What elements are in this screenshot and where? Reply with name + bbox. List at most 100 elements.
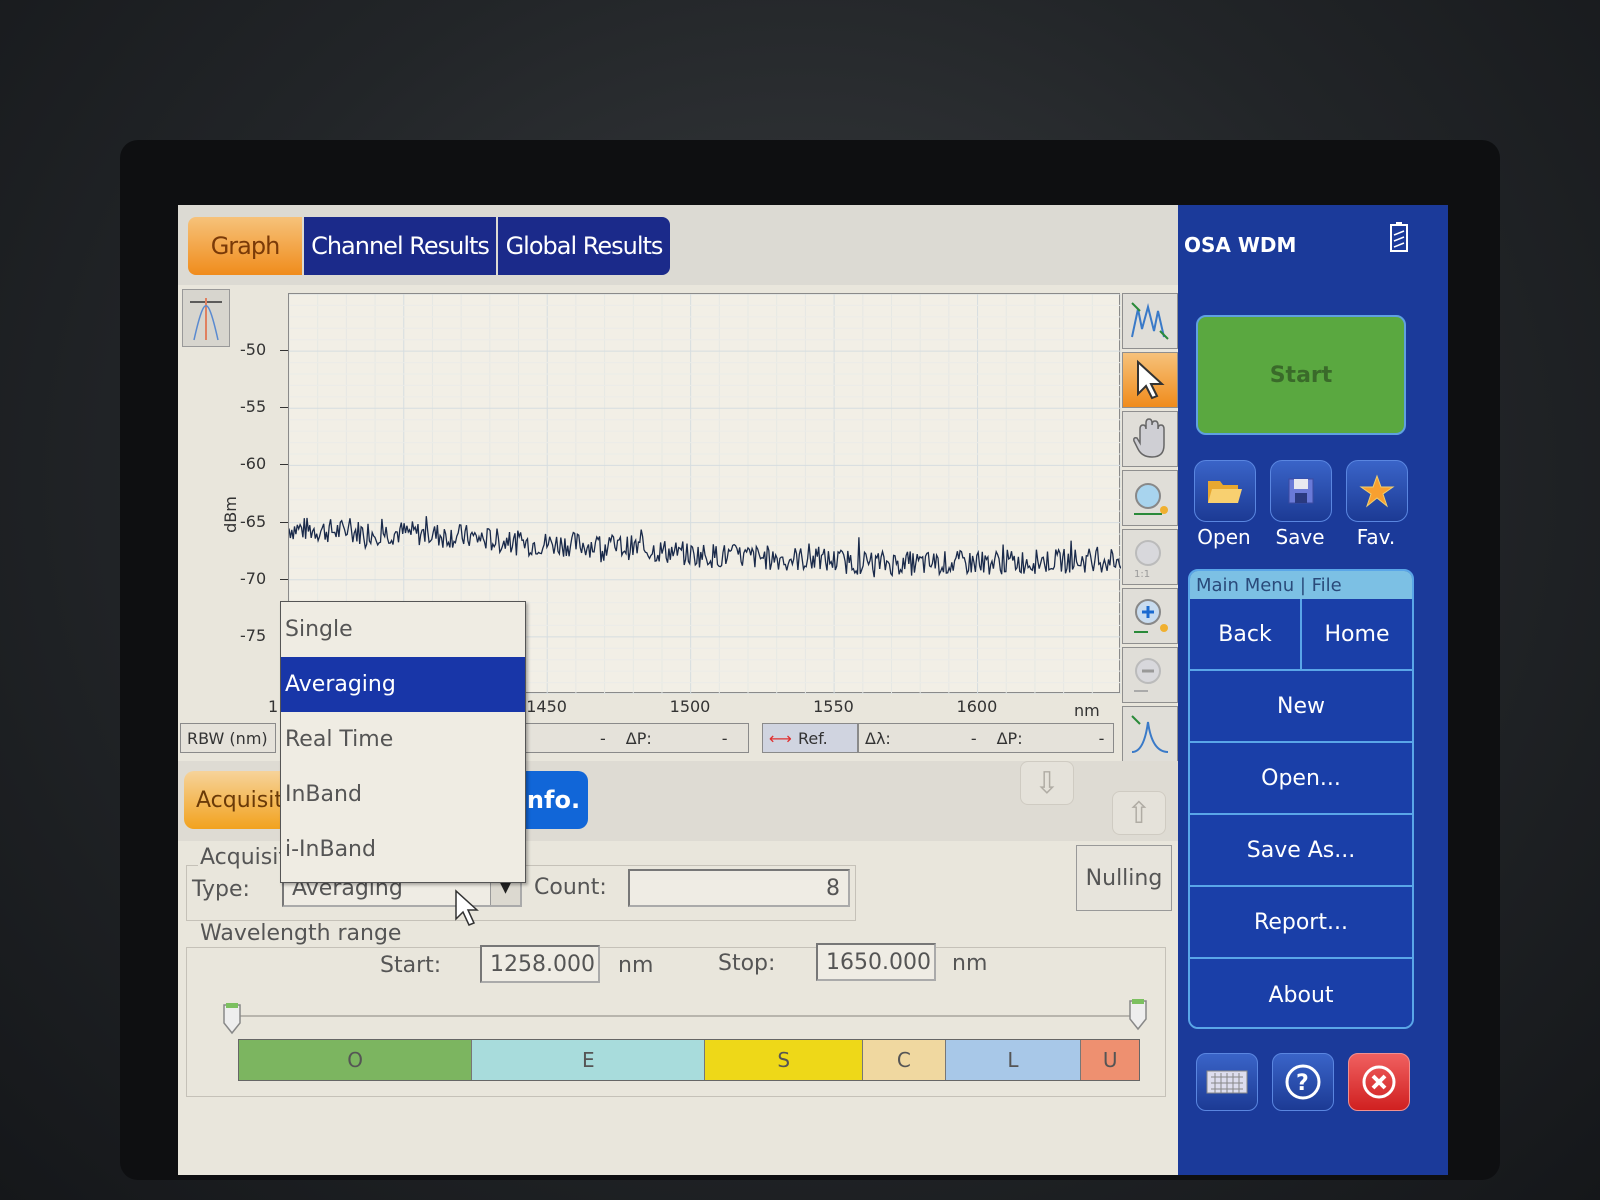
menu-item-new[interactable]: New [1190,671,1412,743]
tab-bar: Graph Channel Results Global Results [178,205,1178,285]
dropdown-option-inband[interactable]: InBand [281,767,525,822]
band-u[interactable]: U [1081,1040,1139,1080]
y-tick-label: -65 [240,511,267,531]
band-o[interactable]: O [239,1040,473,1080]
stop-unit: nm [952,951,988,976]
start-button[interactable]: Start [1196,315,1406,435]
zoom-out-icon [1134,658,1161,692]
double-arrow-icon: ⟷ [769,728,792,748]
floppy-disk-icon [1288,478,1314,504]
exit-button[interactable] [1348,1053,1410,1111]
dropdown-option-real-time[interactable]: Real Time [281,712,525,767]
zoom-region-icon [1134,483,1168,515]
y-tick-mark [280,521,288,523]
marker-a-dash-2: - [721,728,728,748]
y-tick-label: -75 [240,625,267,645]
marker-a-dash: - [600,728,606,748]
band-l[interactable]: L [945,1040,1082,1080]
x-tick-label: 1600 [956,697,998,716]
ref-button[interactable]: ⟷ Ref. [762,723,858,753]
band-e[interactable]: E [472,1040,706,1080]
ref-label: Ref. [797,728,828,748]
y-tick-label: -50 [240,340,267,360]
stop-label: Stop: [718,951,776,976]
dropdown-option-i-inband[interactable]: i-InBand [281,822,525,877]
pointer-tool-button[interactable] [1122,352,1178,408]
arrow-down-icon: ⇩ [1034,765,1060,801]
acquisition-type-dropdown[interactable]: Single Averaging Real Time InBand i-InBa… [280,601,526,883]
zoom-reset-button[interactable]: 1:1 [1122,529,1178,585]
band-c[interactable]: C [863,1040,946,1080]
quick-favorites-button[interactable] [1346,460,1408,522]
y-tick-mark [280,578,288,580]
keyboard-button[interactable] [1196,1053,1258,1111]
tab-global-results[interactable]: Global Results [498,217,670,275]
count-input[interactable]: 8 [628,869,850,907]
marker-tool-button[interactable] [182,289,230,347]
acquisition-group-label: Acquisit [198,845,289,870]
mouse-cursor-icon [455,889,479,926]
y-tick-label: -60 [240,454,267,474]
delta-lambda-label: Δλ: [865,728,891,748]
peak-fit-icon [1131,715,1169,753]
rbw-field: RBW (nm) [180,723,276,753]
scroll-up-button[interactable]: ⇧ [1112,791,1166,835]
stop-slider-handle[interactable] [1128,997,1148,1031]
zoom-1-1-icon: 1:1 [1134,540,1161,579]
menu-breadcrumb: Main Menu | File [1190,571,1412,599]
menu-item-about[interactable]: About [1190,959,1412,1027]
home-button[interactable]: Home [1302,599,1412,669]
wavelength-range-label: Wavelength range [198,921,404,946]
marker-b-dash: - [970,728,977,748]
menu-item-report[interactable]: Report... [1190,887,1412,959]
stop-wavelength-input[interactable]: 1650.000 [816,943,936,981]
graph-toolstrip: 1:1 [1122,293,1178,763]
battery-icon [1390,222,1408,252]
marker-b-box: Δλ: - ΔP: - [858,723,1114,753]
zoom-full-button[interactable] [1122,293,1178,349]
help-icon: ? [1285,1064,1321,1100]
start-wavelength-input[interactable]: 1258.000 [480,945,600,983]
x-tick-label: 1500 [669,697,711,716]
quick-save-button[interactable] [1270,460,1332,522]
back-button[interactable]: Back [1190,599,1302,669]
start-label: Start: [380,953,442,978]
help-button[interactable]: ? [1272,1053,1334,1111]
wavelength-bands: O E S C L U [238,1039,1140,1081]
menu-item-save-as[interactable]: Save As... [1190,815,1412,887]
y-tick-mark [280,350,288,352]
zoom-in-icon [1134,599,1168,633]
y-tick-mark [280,407,288,409]
wavelength-slider-track[interactable] [236,1015,1144,1017]
menu-nav-row: Back Home [1190,599,1412,671]
menu-item-open[interactable]: Open... [1190,743,1412,815]
start-slider-handle[interactable] [222,1001,242,1035]
zoom-in-button[interactable] [1122,588,1178,644]
tab-channel-results[interactable]: Channel Results [304,217,496,275]
quick-favorites-label: Fav. [1356,525,1396,549]
dropdown-option-single[interactable]: Single [281,602,525,657]
pan-tool-button[interactable] [1122,411,1178,467]
screen: Graph Channel Results Global Results dBm… [178,205,1448,1175]
tab-graph[interactable]: Graph [188,217,302,275]
right-panel: OSA WDM Start Open Save Fav. Main Menu |… [1178,205,1448,1175]
quick-open-button[interactable] [1194,460,1256,522]
hand-icon [1133,418,1165,458]
x-tick-label: 1550 [813,697,854,716]
file-menu: Main Menu | File Back Home New Open... S… [1188,569,1414,1029]
svg-text:1:1: 1:1 [1134,569,1150,579]
quick-open-label: Open [1197,525,1251,549]
cursor-arrow-icon [1137,359,1165,400]
dropdown-option-averaging[interactable]: Averaging [281,657,525,712]
zoom-out-button[interactable] [1122,647,1178,703]
scroll-down-button[interactable]: ⇩ [1020,761,1074,805]
x-axis-unit: nm [1074,701,1100,720]
peak-fit-button[interactable] [1122,706,1178,762]
marker-a-box: - ΔP: - [523,723,749,753]
y-tick-label: -55 [240,397,267,417]
nulling-button[interactable]: Nulling [1076,845,1172,911]
full-scale-icon [1131,302,1169,340]
marker-b-dash-2: - [1098,728,1105,748]
band-s[interactable]: S [705,1040,864,1080]
zoom-region-button[interactable] [1122,470,1178,526]
